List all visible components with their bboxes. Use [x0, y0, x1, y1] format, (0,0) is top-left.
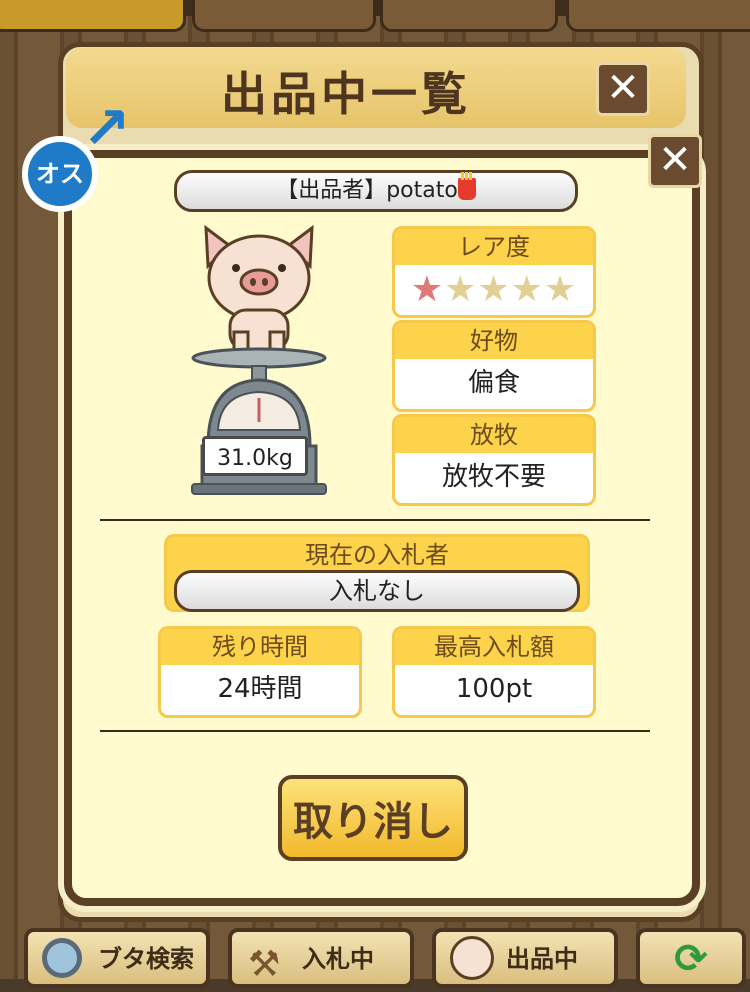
seller-field: 【出品者】potato [174, 170, 578, 212]
pig-icon [450, 936, 494, 980]
window-title: 出品中一覧 [221, 67, 471, 121]
nav-bidding-label: 入札中 [302, 945, 374, 973]
nav-search-button[interactable]: ブタ検索 [24, 928, 210, 988]
nav-bidding-button[interactable]: ⚒ 入札中 [228, 928, 414, 988]
gender-label: オス [22, 136, 98, 212]
close-icon: ✕ [606, 65, 640, 111]
divider [100, 519, 650, 521]
top-tab-3[interactable] [380, 0, 558, 32]
pig-icon [204, 224, 314, 356]
star-icon-empty: ★ [477, 269, 511, 310]
grazing-box: 放牧 放牧不要 [392, 414, 596, 506]
highest-bid-label: 最高入札額 [395, 629, 593, 665]
detail-close-button[interactable]: ✕ [648, 134, 702, 188]
close-icon: ✕ [658, 137, 692, 183]
nav-listing-label: 出品中 [506, 945, 578, 973]
cancel-listing-button[interactable]: 取り消し [278, 775, 468, 861]
rarity-label: レア度 [395, 229, 593, 265]
nav-listing-button[interactable]: 出品中 [432, 928, 618, 988]
grazing-label: 放牧 [395, 417, 593, 453]
refresh-icon: ⟳ [674, 936, 708, 982]
seller-label: 【出品者】potato [276, 178, 458, 203]
favorite-box: 好物 偏食 [392, 320, 596, 412]
weight-display: 31.0kg [202, 436, 308, 476]
top-tab-1[interactable] [0, 0, 186, 32]
time-left-label: 残り時間 [161, 629, 359, 665]
bidder-value: 入札なし [174, 570, 580, 612]
window-close-button[interactable]: ✕ [596, 62, 650, 116]
star-icon-filled: ★ [410, 269, 445, 310]
nav-search-label: ブタ検索 [98, 945, 194, 973]
fries-icon [457, 172, 476, 200]
top-tab-2[interactable] [192, 0, 376, 32]
highest-bid-value: 100pt [455, 674, 533, 704]
time-left-box: 残り時間 24時間 [158, 626, 362, 718]
gavel-icon: ⚒ [248, 944, 281, 985]
magnifier-icon [42, 938, 82, 978]
grazing-value: 放牧不要 [441, 462, 546, 492]
highest-bid-box: 最高入札額 100pt [392, 626, 596, 718]
top-tab-4[interactable] [566, 0, 750, 32]
male-badge: ↗ オス [22, 94, 131, 212]
star-icon-empty: ★ [444, 269, 478, 310]
divider [100, 730, 650, 732]
male-icon: ↗ [82, 94, 131, 162]
star-icon-empty: ★ [543, 269, 578, 310]
star-icon-empty: ★ [510, 269, 544, 310]
favorite-value: 偏食 [467, 368, 520, 398]
time-left-value: 24時間 [217, 674, 303, 704]
rarity-stars: ★★★★★ [395, 265, 593, 315]
favorite-label: 好物 [395, 323, 593, 359]
nav-refresh-button[interactable]: ⟳ [636, 928, 746, 988]
bidder-label: 現在の入札者 [167, 537, 587, 573]
rarity-box: レア度 ★★★★★ [392, 226, 596, 318]
